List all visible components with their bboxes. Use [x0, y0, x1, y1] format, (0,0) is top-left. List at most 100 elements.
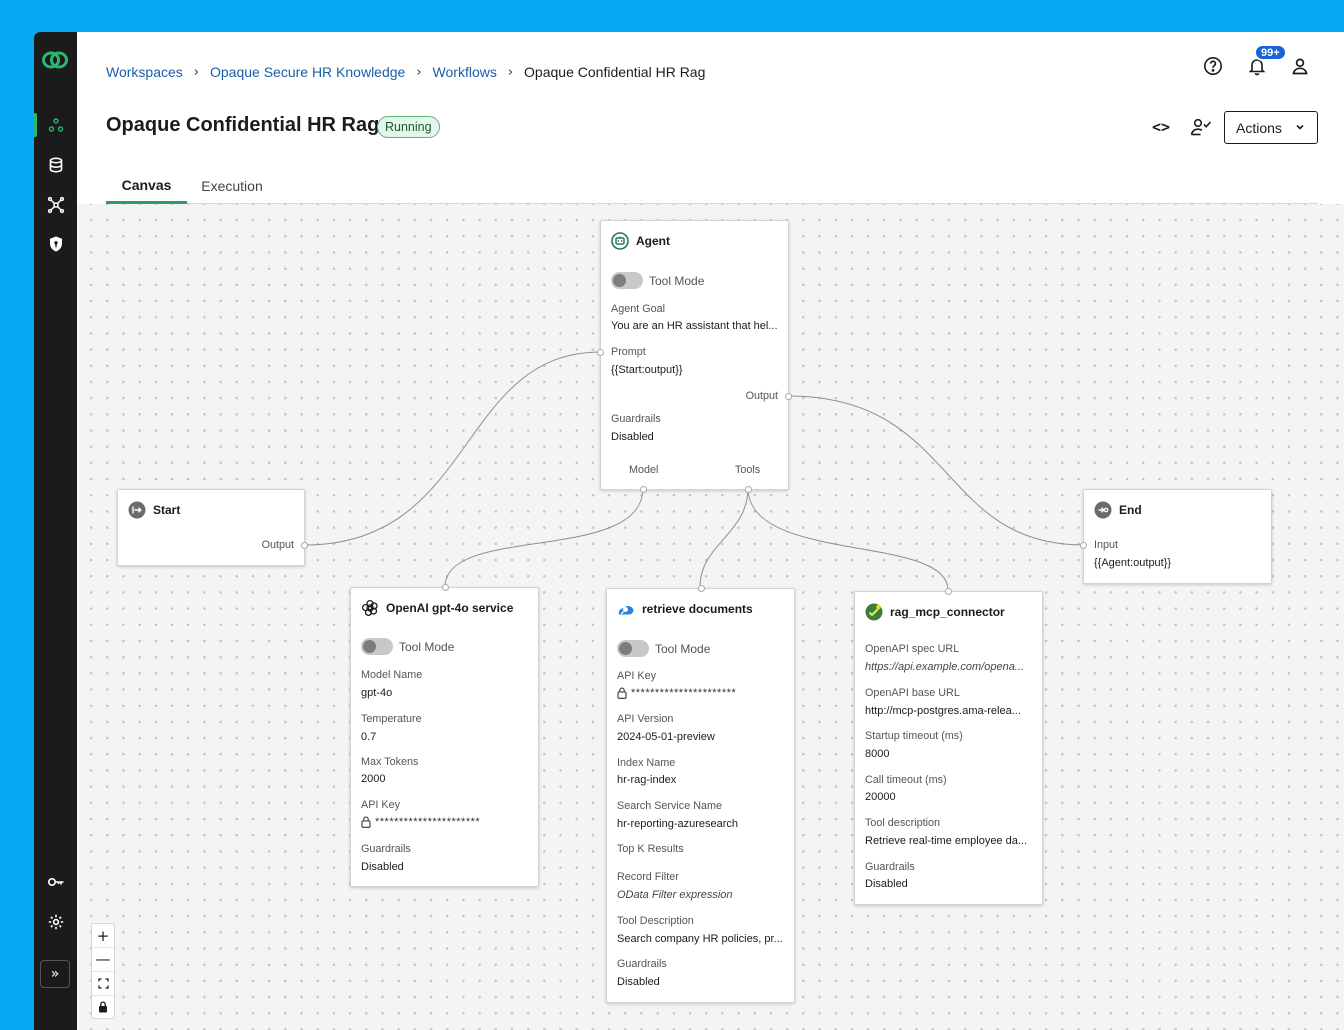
retrieve-node-header: retrieve documents — [617, 600, 753, 618]
shield-icon[interactable] — [34, 229, 77, 259]
fit-view-icon[interactable] — [92, 971, 114, 994]
end-node-header: End — [1094, 501, 1142, 519]
end-node[interactable]: End Input {{Agent:output}} — [1080, 489, 1272, 584]
openai-tool-mode-label: Tool Mode — [399, 640, 455, 654]
openai-max-tokens-value[interactable]: 2000 — [361, 773, 385, 785]
workflow-icon[interactable] — [34, 110, 77, 140]
end-input-port[interactable] — [1080, 542, 1087, 549]
agent-tool-mode-toggle[interactable] — [611, 272, 643, 289]
retrieve-api-version-value[interactable]: 2024-05-01-preview — [617, 731, 715, 743]
retrieve-title: retrieve documents — [642, 602, 753, 616]
start-node[interactable]: Start Output — [117, 489, 308, 566]
openai-api-key-value[interactable]: ********************** — [375, 816, 480, 828]
retrieve-api-key-label: API Key — [617, 670, 657, 682]
openai-title: OpenAI gpt-4o service — [386, 601, 514, 615]
key-icon[interactable] — [34, 867, 77, 897]
agent-prompt-port[interactable] — [597, 349, 604, 356]
agent-node-header: Agent — [611, 232, 670, 250]
code-icon[interactable]: <> — [1148, 115, 1174, 139]
end-title: End — [1119, 503, 1142, 517]
lock-icon — [617, 687, 627, 699]
user-check-icon[interactable] — [1188, 115, 1214, 139]
breadcrumb-workspace[interactable]: Opaque Secure HR Knowledge — [210, 64, 405, 80]
mcp-call-timeout-label: Call timeout (ms) — [865, 774, 947, 786]
agent-output-port[interactable] — [785, 393, 792, 400]
actions-dropdown-button[interactable]: Actions — [1224, 111, 1318, 144]
retrieve-index-name-value[interactable]: hr-rag-index — [617, 774, 676, 786]
user-icon[interactable] — [1288, 54, 1312, 78]
settings-icon[interactable] — [34, 907, 77, 937]
retrieve-documents-node[interactable]: retrieve documents Tool Mode API Key ***… — [606, 585, 795, 1003]
mcp-spec-url-value[interactable]: https://api.example.com/opena... — [865, 661, 1033, 673]
breadcrumb-workspaces[interactable]: Workspaces — [106, 64, 183, 80]
status-badge: Running — [377, 116, 440, 138]
agent-guardrails-value: Disabled — [611, 431, 654, 443]
mcp-connector-icon — [865, 603, 883, 621]
mcp-guardrails-value: Disabled — [865, 878, 908, 890]
openai-api-key-label: API Key — [361, 799, 401, 811]
mcp-connector-node[interactable]: rag_mcp_connector OpenAPI spec URL https… — [854, 588, 1043, 905]
mcp-input-port[interactable] — [945, 588, 952, 595]
end-input-label: Input — [1094, 539, 1119, 551]
zoom-out-button[interactable]: — — [92, 947, 114, 970]
mcp-base-url-value[interactable]: http://mcp-postgres.ama-relea... — [865, 705, 1033, 717]
retrieve-tool-mode-label: Tool Mode — [655, 642, 711, 656]
azure-search-icon — [617, 600, 635, 618]
openai-input-port[interactable] — [442, 584, 449, 591]
openai-tool-mode-toggle[interactable] — [361, 638, 393, 655]
openai-node-header: OpenAI gpt-4o service — [361, 599, 513, 617]
mcp-call-timeout-value[interactable]: 20000 — [865, 791, 896, 803]
openai-model-name-label: Model Name — [361, 669, 423, 681]
network-icon[interactable] — [34, 190, 77, 220]
app-window: » Workspaces › Opaque Secure HR Knowledg… — [34, 32, 1344, 1030]
zoom-in-button[interactable]: + — [92, 924, 114, 947]
database-icon[interactable] — [34, 150, 77, 180]
agent-icon — [611, 232, 629, 250]
agent-prompt-value[interactable]: {{Start:output}} — [611, 364, 683, 376]
agent-tools-port[interactable] — [745, 486, 752, 493]
tab-execution[interactable]: Execution — [190, 168, 274, 204]
mcp-title: rag_mcp_connector — [890, 605, 1005, 619]
start-title: Start — [153, 503, 181, 517]
retrieve-tool-description-value[interactable]: Search company HR policies, pr... — [617, 933, 785, 945]
agent-prompt-label: Prompt — [611, 346, 646, 358]
breadcrumb-separator-icon: › — [507, 64, 514, 80]
end-input-value[interactable]: {{Agent:output}} — [1094, 557, 1171, 569]
agent-goal-value[interactable]: You are an HR assistant that hel... — [611, 320, 779, 332]
retrieve-input-port[interactable] — [698, 585, 705, 592]
openai-model-name-value[interactable]: gpt-4o — [361, 687, 392, 699]
retrieve-top-k-label: Top K Results — [617, 843, 684, 855]
sidebar: » — [34, 32, 77, 1030]
logo-icon[interactable] — [40, 48, 70, 72]
agent-model-port[interactable] — [640, 486, 647, 493]
openai-node[interactable]: OpenAI gpt-4o service Tool Mode Model Na… — [350, 584, 539, 887]
retrieve-tool-mode-toggle[interactable] — [617, 640, 649, 657]
lock-canvas-icon[interactable] — [92, 995, 114, 1018]
openai-icon — [361, 599, 379, 617]
agent-node[interactable]: Agent Tool Mode Agent Goal You are an HR… — [597, 220, 792, 493]
workflow-canvas[interactable]: Agent Tool Mode Agent Goal You are an HR… — [77, 204, 1344, 1030]
retrieve-search-service-value[interactable]: hr-reporting-azuresearch — [617, 818, 738, 830]
retrieve-api-key-value[interactable]: ********************** — [631, 687, 736, 699]
zoom-controls: + — — [91, 923, 115, 1019]
mcp-tool-description-value[interactable]: Retrieve real-time employee da... — [865, 835, 1033, 847]
mcp-startup-timeout-value[interactable]: 8000 — [865, 748, 889, 760]
agent-title: Agent — [636, 234, 670, 248]
retrieve-record-filter-input[interactable]: OData Filter expression — [617, 889, 733, 901]
agent-model-label: Model — [629, 464, 659, 476]
openai-temperature-value[interactable]: 0.7 — [361, 731, 376, 743]
start-output-port[interactable] — [301, 542, 308, 549]
retrieve-api-version-label: API Version — [617, 713, 674, 725]
collapse-sidebar-button[interactable]: » — [40, 960, 70, 988]
start-node-header: Start — [128, 501, 180, 519]
start-icon — [128, 501, 146, 519]
edge-agent-to-end — [787, 395, 1085, 546]
retrieve-index-name-label: Index Name — [617, 757, 676, 769]
breadcrumb-separator-icon: › — [193, 64, 199, 80]
tab-canvas[interactable]: Canvas — [106, 168, 187, 204]
mcp-tool-description-label: Tool description — [865, 817, 941, 829]
mcp-guardrails-label: Guardrails — [865, 861, 915, 873]
help-icon[interactable] — [1201, 54, 1225, 78]
breadcrumb-workflows[interactable]: Workflows — [433, 64, 497, 80]
breadcrumb: Workspaces › Opaque Secure HR Knowledge … — [106, 64, 705, 80]
